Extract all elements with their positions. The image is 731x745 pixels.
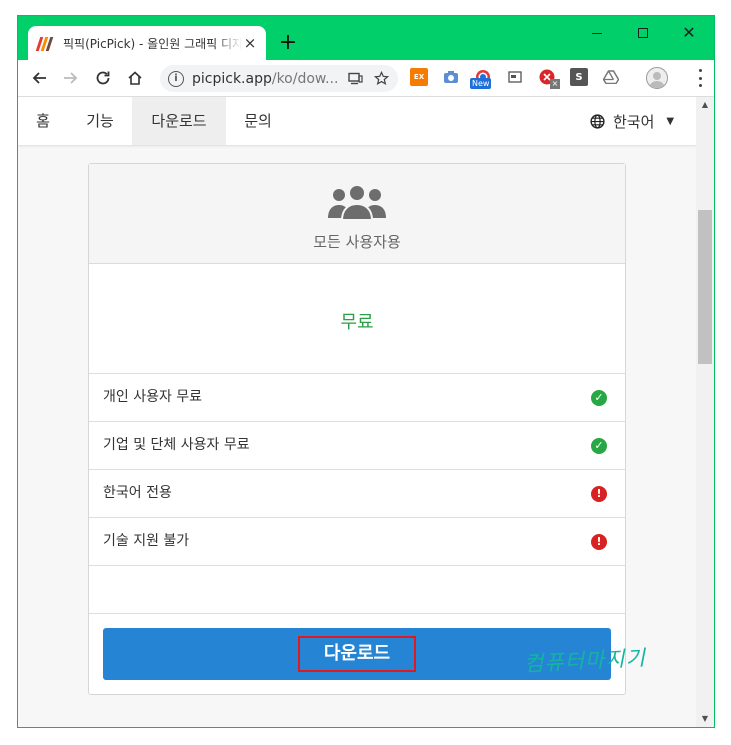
scroll-up-icon[interactable]: ▲ [696,97,714,113]
forward-arrow-icon [64,72,78,84]
exclamation-circle-icon: ! [591,486,607,502]
feature-list: 개인 사용자 무료 ✓ 기업 및 단체 사용자 무료 ✓ 한국어 전용 ! 기술… [89,373,625,614]
minimize-button[interactable] [586,22,608,44]
nav-item-features[interactable]: 기능 [68,97,132,145]
title-bar: 픽픽(PicPick) - 올인원 그래픽 디자인 도구 × + ✕ [18,16,714,60]
globe-icon [590,113,605,129]
page-viewport: 홈 기능 다운로드 문의 한국어 ▼ 모든 사용자용 무료 개인 사용자 무료 … [18,97,696,727]
feature-label: 기업 및 단체 사용자 무료 [103,437,250,453]
nav-item-contact[interactable]: 문의 [226,97,290,145]
site-info-icon[interactable]: i [168,70,184,87]
forward-button[interactable] [60,67,82,89]
profile-avatar-icon[interactable] [646,67,668,89]
address-bar[interactable]: i picpick.app/ko/dow... [160,65,398,92]
download-button-label: 다운로드 [298,636,416,672]
feature-item: 기술 지원 불가 ! [89,518,625,566]
nav-item-download[interactable]: 다운로드 [132,97,226,145]
reload-button[interactable] [92,67,114,89]
ex-extension-icon[interactable]: EX [410,68,428,86]
browser-menu-icon[interactable] [692,69,708,87]
pricing-card: 모든 사용자용 무료 개인 사용자 무료 ✓ 기업 및 단체 사용자 무료 ✓ … [88,163,626,695]
price-label: 무료 [340,312,374,333]
reload-icon [96,71,110,85]
scroll-down-icon[interactable]: ▼ [696,711,714,727]
language-label: 한국어 [613,112,655,131]
close-window-button[interactable]: ✕ [678,22,700,44]
color-extension-icon[interactable]: New [470,68,492,89]
tab-close-icon[interactable]: × [242,35,258,51]
camera-extension-icon[interactable] [442,68,460,86]
url-path: /ko/dow... [271,70,338,87]
nav-item-home[interactable]: 홈 [18,97,68,145]
browser-window: 픽픽(PicPick) - 올인원 그래픽 디자인 도구 × + ✕ i pic… [0,0,731,745]
browser-tab[interactable]: 픽픽(PicPick) - 올인원 그래픽 디자인 도구 × [28,26,266,60]
back-button[interactable] [28,67,50,89]
watermark-text: 컴퓨터마지기 [523,645,647,677]
feature-label: 기술 지원 불가 [103,533,190,549]
caret-down-icon: ▼ [666,115,675,127]
language-selector[interactable]: 한국어 ▼ [590,97,674,145]
vertical-scrollbar[interactable]: ▲ ▼ [696,97,714,727]
feature-item-empty [89,566,625,614]
maximize-button[interactable] [632,22,654,44]
minimize-icon [592,32,602,34]
disabled-x-icon: × [550,79,560,89]
new-tab-button[interactable]: + [276,32,300,56]
users-group-icon [328,184,386,220]
feature-item: 한국어 전용 ! [89,470,625,518]
scroll-thumb[interactable] [698,210,712,364]
home-button[interactable] [124,67,146,89]
picpick-favicon-icon [35,35,54,51]
cast-icon[interactable] [346,70,364,88]
tab-title: 픽픽(PicPick) - 올인원 그래픽 디자인 도구 [63,36,242,51]
bookmark-star-icon[interactable] [372,70,390,88]
feature-item: 개인 사용자 무료 ✓ [89,374,625,422]
check-circle-icon: ✓ [591,438,607,454]
browser-toolbar: i picpick.app/ko/dow... EX New × S [18,60,714,97]
feature-label: 한국어 전용 [103,485,172,501]
exclamation-circle-icon: ! [591,534,607,550]
back-arrow-icon [32,72,46,84]
url-text[interactable]: picpick.app/ko/dow... [192,71,338,87]
new-badge: New [470,78,492,89]
card-header: 모든 사용자용 [89,164,625,264]
url-host: picpick.app [192,70,272,87]
extensions-area: EX New × S [410,68,634,89]
audience-label: 모든 사용자용 [313,233,401,251]
maximize-icon [638,28,648,38]
screen-extension-icon[interactable] [506,68,524,86]
s-extension-icon[interactable]: S [570,68,588,86]
check-circle-icon: ✓ [591,390,607,406]
feature-label: 개인 사용자 무료 [103,389,203,405]
site-nav: 홈 기능 다운로드 문의 한국어 ▼ [18,97,696,146]
feature-item: 기업 및 단체 사용자 무료 ✓ [89,422,625,470]
blocked-extension-icon[interactable]: × [538,68,560,89]
home-icon [128,71,142,85]
drive-extension-icon[interactable] [602,68,620,86]
